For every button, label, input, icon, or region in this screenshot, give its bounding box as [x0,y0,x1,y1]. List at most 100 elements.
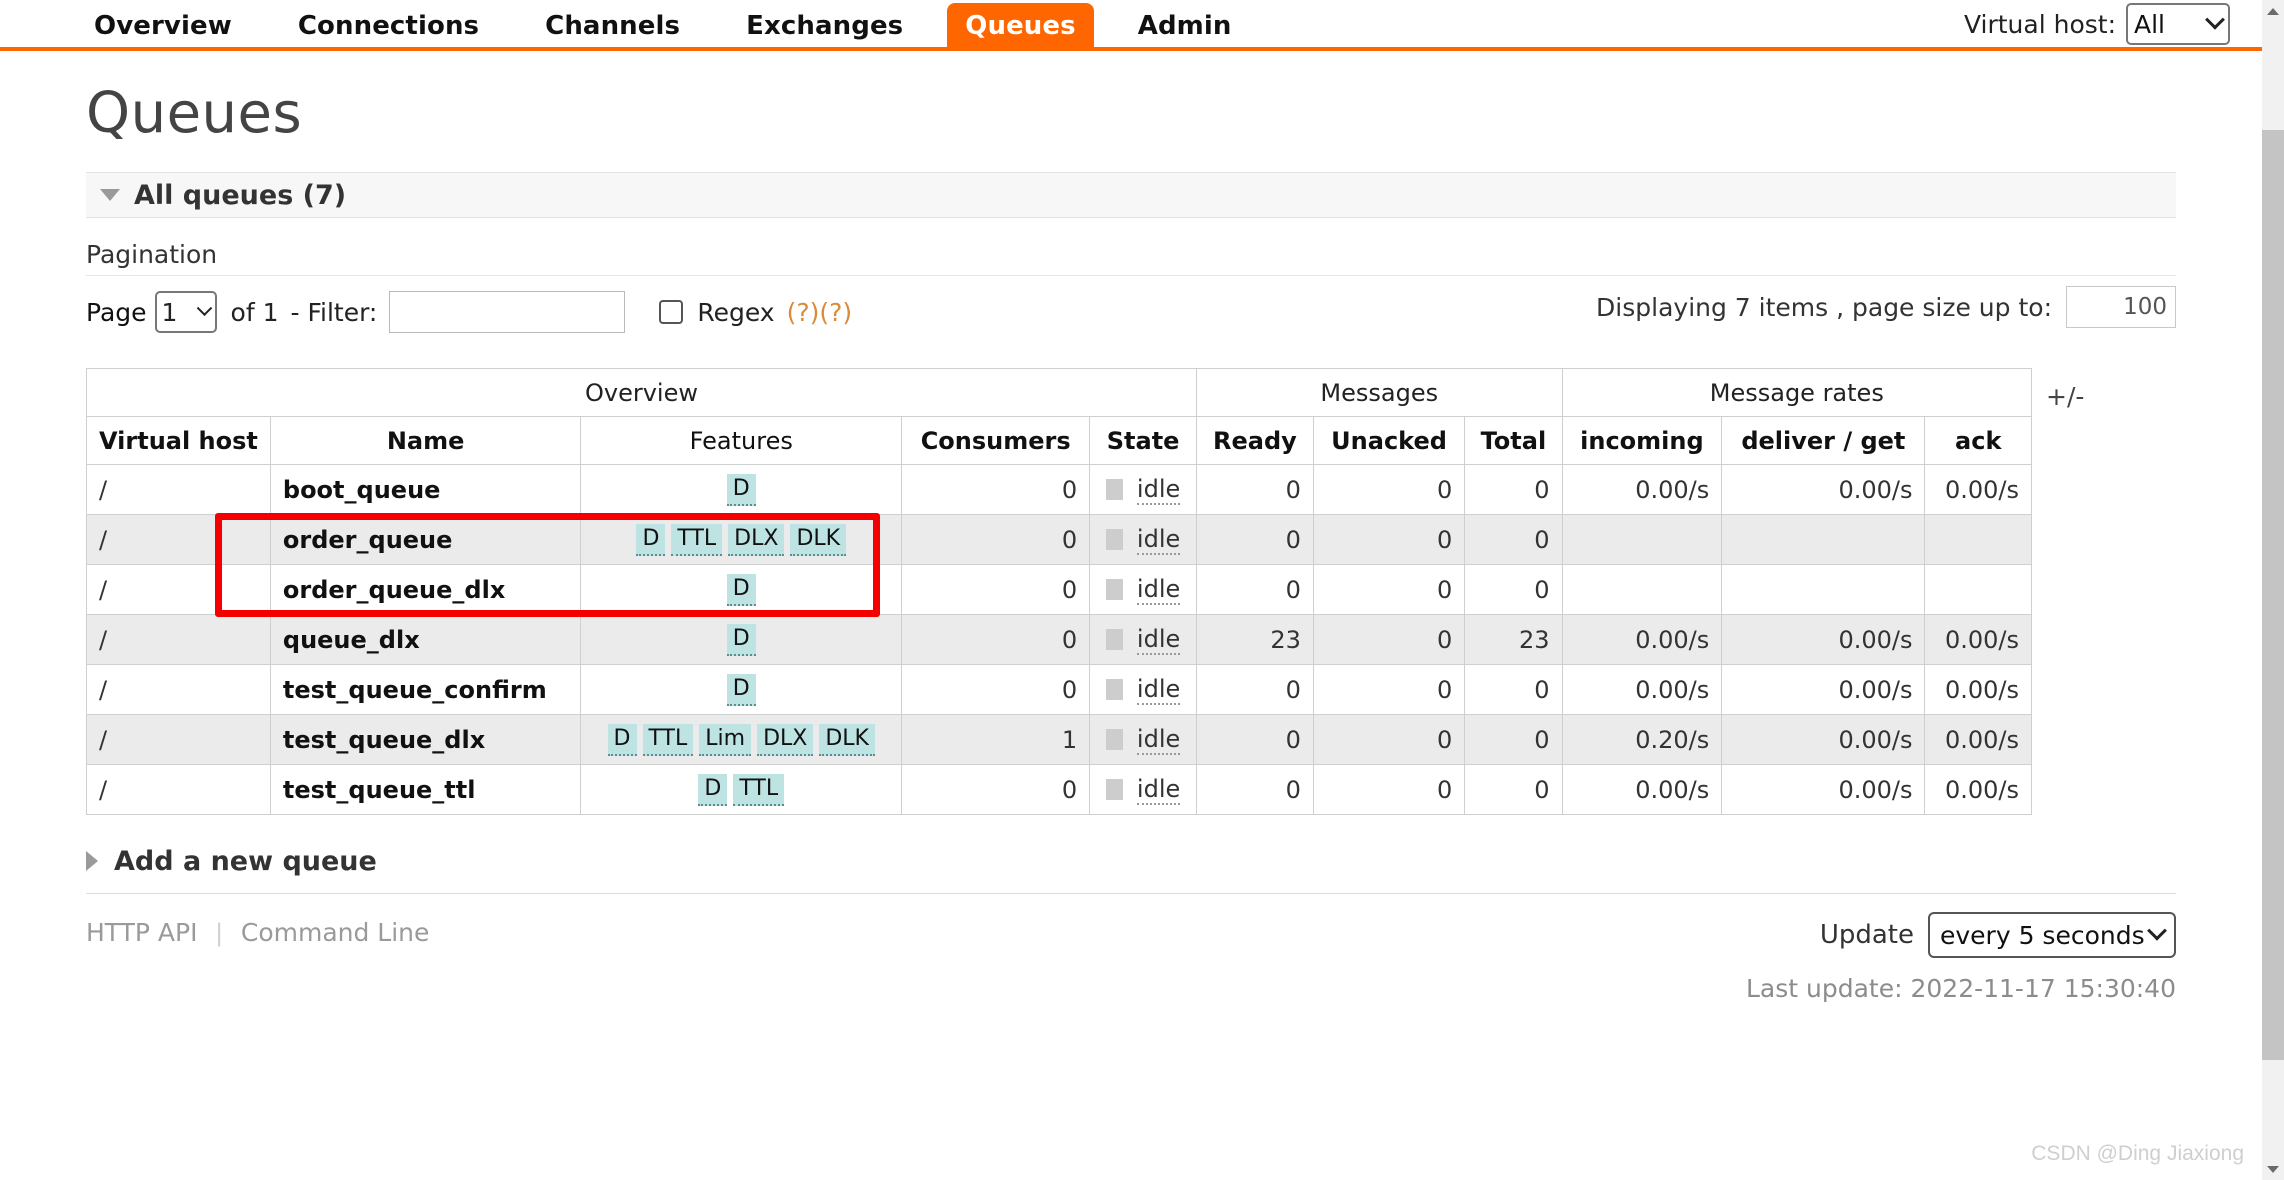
column-header-name[interactable]: Name [269,416,582,465]
nav-tab-queues[interactable]: Queues [947,3,1094,51]
cell-queue-name[interactable]: test_queue_ttl [269,764,582,815]
add-new-queue-section[interactable]: Add a new queue [86,839,2176,883]
column-header-total[interactable]: Total [1464,416,1563,465]
filter-input[interactable] [389,291,626,333]
feature-badge-d[interactable]: D [726,673,756,707]
cell-total: 0 [1464,514,1563,565]
nav-tab-exchanges[interactable]: Exchanges [724,5,925,51]
cell-deliver-get [1721,564,1926,615]
cell-features: D TTL Lim DLX DLK [580,714,903,765]
regex-checkbox[interactable] [659,300,684,324]
nav-tab-overview[interactable]: Overview [72,5,254,51]
feature-badge-d[interactable]: D [726,473,756,507]
cell-state: idle [1089,614,1197,665]
vertical-scrollbar[interactable] [2262,0,2284,1180]
feature-badge-dlx[interactable]: DLX [757,723,814,757]
column-header-virtual-host[interactable]: Virtual host [86,416,271,465]
state-color-swatch [1105,479,1123,500]
regex-label: Regex [697,297,775,327]
cell-queue-name[interactable]: test_queue_confirm [269,664,582,715]
page-number-select[interactable]: 1 [154,291,217,333]
regex-help-link-2[interactable]: (?) [819,298,852,327]
state-text[interactable]: idle [1136,575,1181,605]
state-text[interactable]: idle [1136,475,1181,505]
column-header-state[interactable]: State [1089,416,1197,465]
pagination-controls: Page 1 of 1 - Filter: Regex (?) (?) Disp… [86,276,2176,342]
page-root: Overview Connections Channels Exchanges … [0,0,2262,1180]
cell-unacked: 0 [1312,564,1466,615]
column-header-consumers[interactable]: Consumers [901,416,1091,465]
main-navbar: Overview Connections Channels Exchanges … [0,0,2262,51]
nav-tab-channels[interactable]: Channels [523,5,702,51]
state-text[interactable]: idle [1136,525,1181,555]
feature-badge-d[interactable]: D [726,573,756,607]
column-header-incoming[interactable]: incoming [1561,416,1723,465]
feature-badge-d[interactable]: D [636,523,666,557]
cell-total: 0 [1464,564,1563,615]
feature-badge-d[interactable]: D [726,623,756,657]
update-interval-select[interactable]: every 5 seconds [1928,912,2176,958]
scroll-down-button[interactable] [2262,1158,2284,1180]
nav-tab-connections[interactable]: Connections [276,5,501,51]
pagination-label: Pagination [86,240,218,269]
column-header-ack[interactable]: ack [1924,416,2032,465]
queue-name-link[interactable]: test_queue_dlx [283,726,485,754]
cell-queue-name[interactable]: test_queue_dlx [269,714,582,765]
cell-ready: 0 [1195,664,1314,715]
toggle-columns-button[interactable]: +/- [2046,382,2084,411]
queues-table-head: Overview Messages Message rates Virtual … [86,368,2033,465]
queue-name-link[interactable]: order_queue_dlx [283,576,505,604]
cell-ack: 0.00/s [1924,714,2032,765]
queue-name-link[interactable]: queue_dlx [283,626,420,654]
state-text[interactable]: idle [1136,675,1181,705]
state-text[interactable]: idle [1136,775,1181,805]
page-size-input[interactable]: 100 [2066,286,2176,328]
feature-badge-lim[interactable]: Lim [699,723,752,757]
scrollbar-thumb[interactable] [2262,130,2284,1060]
feature-badge-ttl[interactable]: TTL [733,773,785,807]
nav-tab-admin[interactable]: Admin [1116,5,1254,51]
regex-option: Regex (?) (?) [659,298,852,327]
state-text[interactable]: idle [1136,625,1181,655]
filter-label: - Filter: [290,297,378,327]
cell-queue-name[interactable]: boot_queue [269,464,582,515]
virtual-host-select[interactable]: All [2126,3,2230,45]
table-row: / queue_dlx D 0 idle 23 0 23 0.00/s 0.00/s 0.00/s [86,614,2032,665]
cell-state: idle [1089,514,1197,565]
cell-ack [1924,564,2032,615]
scroll-up-button[interactable] [2262,0,2284,22]
feature-badge-dlx[interactable]: DLX [728,523,785,557]
command-line-link[interactable]: Command Line [241,918,430,947]
all-queues-section-header[interactable]: All queues (7) [86,172,2176,218]
chevron-down-icon [196,299,212,316]
column-header-unacked[interactable]: Unacked [1312,416,1466,465]
queue-name-link[interactable]: order_queue [283,526,453,554]
cell-ready: 0 [1195,514,1314,565]
queue-name-link[interactable]: test_queue_confirm [283,676,547,704]
cell-queue-name[interactable]: queue_dlx [269,614,582,665]
feature-badge-dlk[interactable]: DLK [819,723,875,757]
feature-badge-dlk[interactable]: DLK [790,523,847,557]
table-row: / test_queue_ttl D TTL 0 idle 0 0 0 0.00/s 0.00/s 0… [86,764,2032,815]
footer-separator: | [215,919,224,947]
feature-badge-d[interactable]: D [698,773,728,807]
cell-features: D [580,464,903,515]
cell-features: D [580,564,903,615]
queue-name-link[interactable]: test_queue_ttl [283,776,476,804]
cell-queue-name[interactable]: order_queue_dlx [269,564,582,615]
feature-badge-ttl[interactable]: TTL [671,523,723,557]
cell-incoming [1561,514,1723,565]
cell-queue-name[interactable]: order_queue [269,514,582,565]
regex-help-link-1[interactable]: (?) [787,298,820,327]
cell-ready: 0 [1195,464,1314,515]
cell-virtual-host: / [86,614,271,665]
http-api-link[interactable]: HTTP API [86,918,197,947]
state-text[interactable]: idle [1136,725,1181,755]
virtual-host-value: All [2134,9,2165,39]
column-header-ready[interactable]: Ready [1195,416,1314,465]
column-header-deliver-get[interactable]: deliver / get [1721,416,1926,465]
feature-badge-ttl[interactable]: TTL [642,723,694,757]
queue-name-link[interactable]: boot_queue [283,476,441,504]
cell-ready: 0 [1195,564,1314,615]
feature-badge-d[interactable]: D [607,723,637,757]
